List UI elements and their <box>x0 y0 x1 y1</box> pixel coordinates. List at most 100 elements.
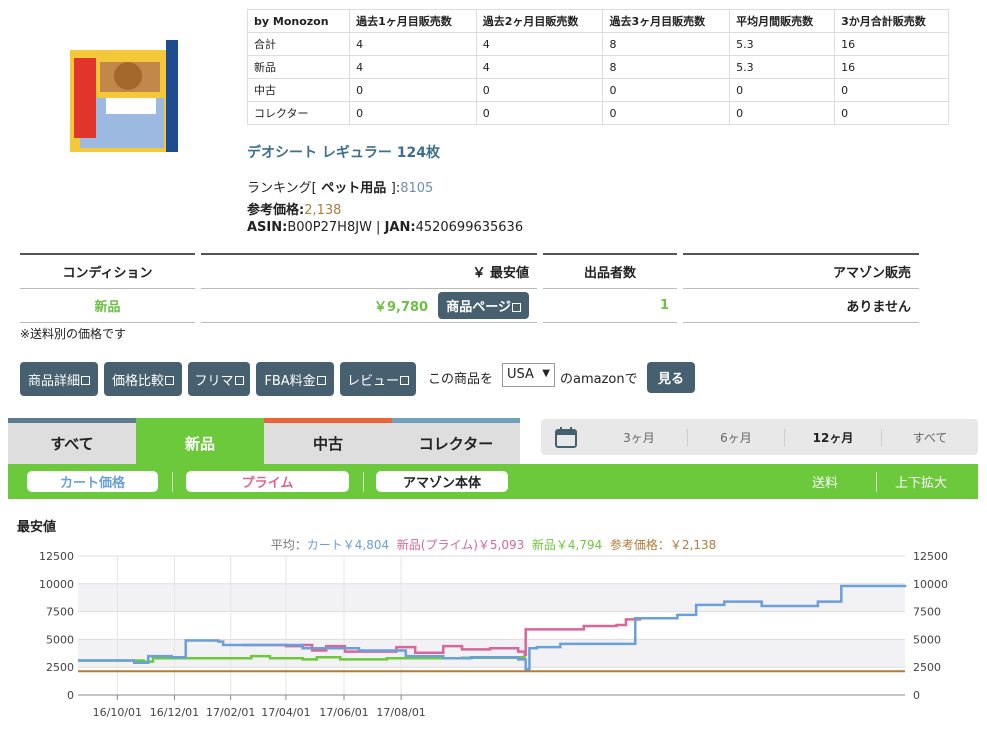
table-cell: 0 <box>475 78 604 102</box>
amazon-toggle[interactable]: アマゾン本体 <box>376 471 508 492</box>
period-3-months[interactable]: 3ヶ月 <box>591 429 687 446</box>
table-cell: 5.3 <box>729 32 836 56</box>
table-cell: 0 <box>349 78 477 102</box>
fba-fee-button[interactable]: FBA料金 <box>256 362 334 396</box>
country-select[interactable]: USA ▼ <box>502 363 555 387</box>
sales-header-cell: 過去3ヶ月目販売数 <box>602 9 731 33</box>
sales-header-cell: by Monozon <box>246 9 351 33</box>
condition-header-row: コンディション ￥ 最安値 出品者数 アマゾン販売 <box>20 253 919 289</box>
period-12-months[interactable]: 12ヶ月 <box>784 428 881 446</box>
sales-header-cell: 過去2ヶ月目販売数 <box>475 9 604 33</box>
jan-label: JAN: <box>384 220 416 235</box>
asin-label: ASIN: <box>247 220 288 235</box>
sales-header-cell: 平均月間販売数 <box>729 9 836 33</box>
table-cell: 0 <box>729 78 836 102</box>
amazon-sales-header: アマゾン販売 <box>683 253 919 289</box>
shipping-toggle[interactable]: 送料 <box>812 472 838 491</box>
table-cell: 16 <box>834 55 949 79</box>
y-tick-label: 0 <box>67 689 74 702</box>
table-cell: 0 <box>834 78 949 102</box>
y-tick-label: 2500 <box>46 661 74 674</box>
shipping-note: ※送料別の価格です <box>20 327 127 341</box>
table-cell: 中古 <box>246 78 351 102</box>
period-6-months[interactable]: 6ヶ月 <box>687 428 784 446</box>
tab-all[interactable]: すべて <box>8 418 136 464</box>
price-chart[interactable]: 0 0 2500 2500 5000 5000 7500 7500 10000 10000 1250… <box>0 550 987 729</box>
flea-market-button[interactable]: フリマ <box>188 362 250 396</box>
table-row: 新品 ￥9,780 商品ページ 1 ありません <box>20 289 919 323</box>
asin-jan-line: ASIN:B00P27H8JW | JAN:4520699635636 <box>247 220 523 235</box>
amazon-sales-value: ありません <box>683 289 919 323</box>
grid-band <box>78 639 905 668</box>
external-link-icon <box>81 375 90 385</box>
cart-price-toggle[interactable]: カート価格 <box>27 471 158 492</box>
y-tick-label: 10000 <box>39 578 74 591</box>
calendar-icon[interactable] <box>541 426 591 448</box>
jan-value: 4520699635636 <box>415 220 524 235</box>
asin-value: B00P27H8JW <box>287 220 372 235</box>
external-link-icon <box>512 303 521 312</box>
lowest-price-header: ￥ 最安値 <box>201 253 537 289</box>
table-cell: 0 <box>602 78 731 102</box>
table-cell: 8 <box>602 55 731 79</box>
table-row: 新品 4 4 8 5.3 16 <box>246 55 949 79</box>
reference-price-value: 2,138 <box>304 203 342 218</box>
product-detail-label: 商品詳細 <box>27 373 80 389</box>
table-cell: 0 <box>475 101 604 125</box>
prime-toggle[interactable]: プライム <box>186 471 349 492</box>
external-link-icon <box>316 375 326 385</box>
x-tick-label: 16/12/01 <box>150 706 199 719</box>
product-title[interactable]: デオシート レギュラー 124枚 <box>247 142 440 162</box>
country-suffix: のamazonで <box>560 372 638 387</box>
jan-separator: | <box>371 220 385 235</box>
y-tick-label: 5000 <box>46 633 74 646</box>
x-tick-label: 17/08/01 <box>376 706 425 719</box>
fba-fee-label: FBA料金 <box>264 373 316 389</box>
table-cell: 4 <box>475 55 604 79</box>
table-cell: 0 <box>729 101 836 125</box>
review-button[interactable]: レビュー <box>340 362 416 396</box>
product-page-button[interactable]: 商品ページ <box>438 292 529 319</box>
external-link-icon <box>165 375 174 385</box>
period-all[interactable]: すべて <box>881 428 978 446</box>
lowest-price-value: ￥9,780 <box>373 300 429 315</box>
ranking-category: ペット用品 <box>316 181 391 196</box>
vertical-zoom-toggle[interactable]: 上下拡大 <box>895 472 947 491</box>
country-selected: USA <box>507 367 534 382</box>
table-row: 中古 0 0 0 0 0 <box>246 78 949 102</box>
table-cell: 0 <box>349 101 477 125</box>
table-cell: 4 <box>349 55 477 79</box>
y-tick-label-right: 7500 <box>913 606 941 619</box>
condition-tabs: すべて 新品 中古 コレクター <box>8 418 520 464</box>
table-cell: コレクター <box>246 101 351 125</box>
view-button[interactable]: 見る <box>647 362 695 393</box>
x-tick-label: 17/02/01 <box>206 706 255 719</box>
flea-market-label: フリマ <box>194 373 234 389</box>
product-image[interactable] <box>70 32 178 154</box>
table-cell: 合計 <box>246 32 351 56</box>
y-tick-label: 7500 <box>46 606 74 619</box>
table-cell: 新品 <box>246 55 351 79</box>
sales-header-cell: 3か月合計販売数 <box>834 9 949 33</box>
table-row: 合計 4 4 8 5.3 16 <box>246 32 949 56</box>
external-link-icon <box>400 375 409 385</box>
price-compare-button[interactable]: 価格比較 <box>104 362 182 396</box>
ranking-line: ランキング[ ペット用品 ]:8105 <box>247 177 433 196</box>
grid-band <box>78 583 905 612</box>
table-cell: 4 <box>349 32 477 56</box>
condition-header: コンディション <box>20 253 195 289</box>
y-tick-label: 12500 <box>39 550 74 563</box>
y-tick-label-right: 0 <box>913 689 920 702</box>
y-tick-label-right: 2500 <box>913 661 941 674</box>
tab-collector[interactable]: コレクター <box>392 418 520 464</box>
table-cell: 8 <box>602 32 731 56</box>
review-label: レビュー <box>346 373 399 389</box>
product-detail-button[interactable]: 商品詳細 <box>20 362 98 396</box>
tab-new[interactable]: 新品 <box>136 418 264 464</box>
ranking-sep: ]: <box>390 181 401 196</box>
sales-table: by Monozon 過去1ヶ月目販売数 過去2ヶ月目販売数 過去3ヶ月目販売数… <box>246 9 949 125</box>
ranking-label: ランキング[ <box>247 181 317 196</box>
tab-used[interactable]: 中古 <box>264 418 392 464</box>
condition-table: コンディション ￥ 最安値 出品者数 アマゾン販売 新品 ￥9,780 商品ペー… <box>20 253 919 323</box>
sellers-count: 1 <box>543 289 677 323</box>
